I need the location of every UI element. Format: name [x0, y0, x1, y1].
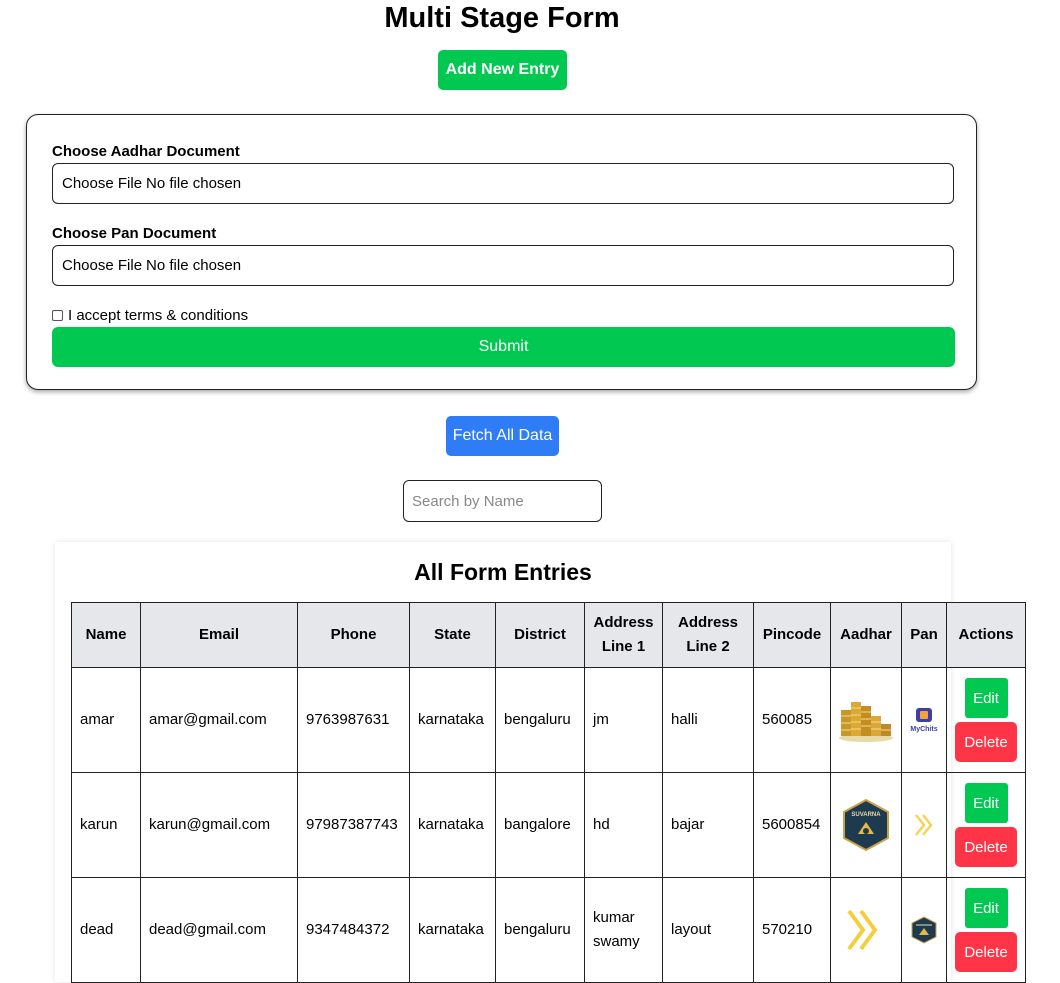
cell-pan: MyChits	[901, 667, 947, 773]
aadhar-file-status: No file chosen	[146, 175, 242, 192]
cell-pan	[901, 877, 947, 983]
mychits-logo-image[interactable]: MyChits	[909, 706, 939, 734]
suvarna-logo-text: SUVARNA	[851, 812, 881, 818]
cell-state: karnataka	[409, 772, 496, 878]
cell-state: karnataka	[409, 667, 496, 773]
pan-file-status: No file chosen	[146, 257, 242, 274]
edit-button[interactable]: Edit	[964, 678, 1008, 718]
cell-name: dead	[71, 877, 141, 983]
table-header-row: Name Email Phone State District Address …	[71, 602, 1026, 668]
suvarna-badge-logo-image[interactable]	[910, 916, 938, 944]
edit-button[interactable]: Edit	[964, 888, 1008, 928]
aadhar-label: Choose Aadhar Document	[52, 143, 240, 160]
cell-aadhar: SUVARNA	[830, 772, 902, 878]
entries-table: Name Email Phone State District Address …	[71, 602, 1026, 983]
aadhar-choose-file-button[interactable]: Choose File	[62, 175, 142, 192]
table-row: amar amar@gmail.com 9763987631 karnataka…	[71, 667, 1026, 773]
column-header-name: Name	[71, 602, 141, 668]
cell-state: karnataka	[409, 877, 496, 983]
cell-district: bengaluru	[495, 667, 585, 773]
terms-checkbox[interactable]	[52, 310, 63, 321]
column-header-phone: Phone	[297, 602, 410, 668]
terms-row[interactable]: I accept terms & conditions	[52, 307, 248, 324]
delete-button[interactable]: Delete	[955, 827, 1017, 867]
cell-phone: 9763987631	[297, 667, 410, 773]
cell-actions: Edit Delete	[946, 877, 1026, 983]
suvarna-badge-logo-image[interactable]: SUVARNA	[839, 798, 893, 852]
cell-email: karun@gmail.com	[140, 772, 298, 878]
delete-button[interactable]: Delete	[955, 932, 1017, 972]
cell-district: bangalore	[495, 772, 585, 878]
cell-actions: Edit Delete	[946, 667, 1026, 773]
column-header-email: Email	[140, 602, 298, 668]
aadhar-file-input[interactable]: Choose File No file chosen	[52, 163, 954, 204]
column-header-pincode: Pincode	[753, 602, 831, 668]
pan-file-input[interactable]: Choose File No file chosen	[52, 245, 954, 286]
column-header-address-line-2: Address Line 2	[662, 602, 754, 668]
cell-phone: 97987387743	[297, 772, 410, 878]
pan-label: Choose Pan Document	[52, 225, 217, 242]
cell-email: dead@gmail.com	[140, 877, 298, 983]
column-header-state: State	[409, 602, 496, 668]
table-row: karun karun@gmail.com 97987387743 karnat…	[71, 772, 1026, 878]
cell-aadhar	[830, 667, 902, 773]
page-title: Multi Stage Form	[384, 2, 620, 34]
add-new-entry-button[interactable]: Add New Entry	[438, 50, 567, 90]
edit-button[interactable]: Edit	[964, 783, 1008, 823]
column-header-pan: Pan	[901, 602, 947, 668]
table-row: dead dead@gmail.com 9347484372 karnataka…	[71, 877, 1026, 983]
cell-email: amar@gmail.com	[140, 667, 298, 773]
delete-button[interactable]: Delete	[955, 722, 1017, 762]
pan-choose-file-button[interactable]: Choose File	[62, 257, 142, 274]
yellow-chevrons-image[interactable]	[912, 812, 936, 838]
column-header-actions: Actions	[946, 602, 1026, 668]
fetch-all-data-button[interactable]: Fetch All Data	[446, 416, 559, 456]
entries-title: All Form Entries	[414, 559, 592, 585]
cell-address-line-2: halli	[662, 667, 754, 773]
gold-coins-image[interactable]	[837, 696, 895, 744]
cell-actions: Edit Delete	[946, 772, 1026, 878]
cell-name: amar	[71, 667, 141, 773]
column-header-district: District	[495, 602, 585, 668]
document-form: Choose Aadhar Document Choose File No fil…	[26, 114, 977, 390]
cell-address-line-1: jm	[584, 667, 663, 773]
cell-aadhar	[830, 877, 902, 983]
cell-address-line-1: hd	[584, 772, 663, 878]
column-header-aadhar: Aadhar	[830, 602, 902, 668]
column-header-address-line-1: Address Line 1	[584, 602, 663, 668]
cell-pincode: 560085	[753, 667, 831, 773]
yellow-chevrons-image[interactable]	[843, 905, 889, 955]
cell-phone: 9347484372	[297, 877, 410, 983]
cell-address-line-2: layout	[662, 877, 754, 983]
cell-district: bengaluru	[495, 877, 585, 983]
mychits-logo-text: MyChits	[910, 726, 937, 733]
cell-name: karun	[71, 772, 141, 878]
submit-button[interactable]: Submit	[52, 327, 955, 367]
cell-address-line-1: kumar swamy	[584, 877, 663, 983]
cell-pincode: 570210	[753, 877, 831, 983]
cell-pincode: 5600854	[753, 772, 831, 878]
cell-address-line-2: bajar	[662, 772, 754, 878]
terms-label: I accept terms & conditions	[68, 307, 249, 324]
cell-pan	[901, 772, 947, 878]
search-input[interactable]	[403, 480, 602, 522]
